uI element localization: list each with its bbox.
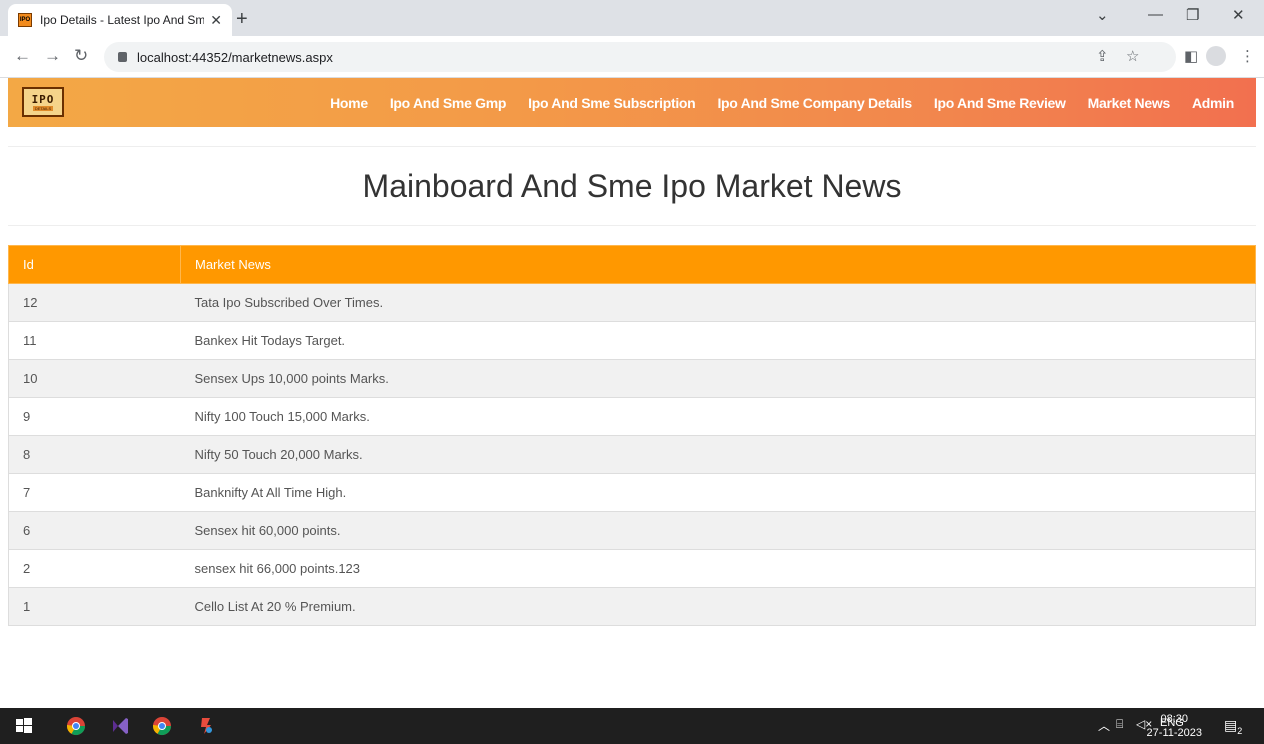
nav-company-details[interactable]: Ipo And Sme Company Details xyxy=(717,95,912,111)
cell-id: 6 xyxy=(8,511,181,550)
browser-tab[interactable]: IPO Ipo Details - Latest Ipo And Sme ✕ xyxy=(8,4,232,36)
table-header-row: Id Market News xyxy=(8,245,1256,284)
windows-start-icon[interactable] xyxy=(14,716,34,736)
site-favicon-icon: IPO xyxy=(18,13,32,27)
cell-id: 2 xyxy=(8,549,181,588)
minimize-icon[interactable]: — xyxy=(1148,6,1163,23)
clock-time: 08:30 xyxy=(1160,713,1189,725)
back-icon[interactable]: ← xyxy=(14,46,31,66)
tray-chevron-icon[interactable]: ︿ xyxy=(1098,717,1110,734)
divider xyxy=(8,225,1256,226)
cell-news: Sensex Ups 10,000 points Marks. xyxy=(180,359,1256,398)
profile-avatar-icon[interactable] xyxy=(1206,46,1226,70)
site-logo[interactable]: IPO DETAILS xyxy=(22,87,64,117)
cell-news: sensex hit 66,000 points.123 xyxy=(180,549,1256,588)
site-navbar: IPO DETAILS Home Ipo And Sme Gmp Ipo And… xyxy=(8,78,1256,127)
cell-id: 7 xyxy=(8,473,181,512)
table-row: 1 Cello List At 20 % Premium. xyxy=(8,587,1256,626)
cell-id: 9 xyxy=(8,397,181,436)
nav-gmp[interactable]: Ipo And Sme Gmp xyxy=(390,95,507,111)
cell-news: Sensex hit 60,000 points. xyxy=(180,511,1256,550)
tab-search-icon[interactable]: ⌄ xyxy=(1096,6,1109,24)
page-title: Mainboard And Sme Ipo Market News xyxy=(362,168,902,204)
table-row: 7 Banknifty At All Time High. xyxy=(8,473,1256,512)
cell-id: 10 xyxy=(8,359,181,398)
tab-title: Ipo Details - Latest Ipo And Sme xyxy=(40,13,205,27)
main-menu: Home Ipo And Sme Gmp Ipo And Sme Subscri… xyxy=(330,78,1234,127)
address-bar[interactable]: localhost:44352/marketnews.aspx xyxy=(104,42,1176,72)
reload-icon[interactable]: ↻ xyxy=(74,46,88,66)
cell-news: Cello List At 20 % Premium. xyxy=(180,587,1256,626)
forward-icon[interactable]: → xyxy=(44,46,61,66)
clock-date: 27-11-2023 xyxy=(1146,727,1202,739)
nav-subscription[interactable]: Ipo And Sme Subscription xyxy=(528,95,696,111)
cell-id: 8 xyxy=(8,435,181,474)
network-icon[interactable]: ⌸ xyxy=(1116,717,1123,732)
notification-icon[interactable]: ▤2 xyxy=(1224,717,1242,736)
browser-tab-bar: IPO Ipo Details - Latest Ipo And Sme ✕ +… xyxy=(0,0,1264,36)
column-header-market-news: Market News xyxy=(180,245,1256,284)
table-row: 2 sensex hit 66,000 points.123 xyxy=(8,549,1256,588)
table-row: 12 Tata Ipo Subscribed Over Times. xyxy=(8,283,1256,322)
logo-text: IPO xyxy=(31,93,55,106)
cell-news: Nifty 100 Touch 15,000 Marks. xyxy=(180,397,1256,436)
nav-review[interactable]: Ipo And Sme Review xyxy=(934,95,1066,111)
table-row: 11 Bankex Hit Todays Target. xyxy=(8,321,1256,360)
chrome-icon[interactable] xyxy=(66,716,86,736)
share-icon[interactable]: ⇪ xyxy=(1096,47,1109,65)
cell-id: 1 xyxy=(8,587,181,626)
lock-icon xyxy=(118,52,127,62)
logo-subtext: DETAILS xyxy=(32,106,54,111)
nav-admin[interactable]: Admin xyxy=(1192,95,1234,111)
visual-studio-icon[interactable] xyxy=(110,716,130,736)
cell-id: 12 xyxy=(8,283,181,322)
table-row: 6 Sensex hit 60,000 points. xyxy=(8,511,1256,550)
cell-id: 11 xyxy=(8,321,181,360)
debugger-icon[interactable] xyxy=(196,716,216,736)
tab-close-icon[interactable]: ✕ xyxy=(210,12,222,29)
restore-icon[interactable]: ❐ xyxy=(1186,6,1199,24)
table-row: 9 Nifty 100 Touch 15,000 Marks. xyxy=(8,397,1256,436)
bookmark-star-icon[interactable]: ☆ xyxy=(1126,47,1139,65)
cell-news: Tata Ipo Subscribed Over Times. xyxy=(180,283,1256,322)
table-row: 8 Nifty 50 Touch 20,000 Marks. xyxy=(8,435,1256,474)
cell-news: Banknifty At All Time High. xyxy=(180,473,1256,512)
window-close-icon[interactable]: ✕ xyxy=(1232,6,1245,24)
nav-home[interactable]: Home xyxy=(330,95,368,111)
chrome-icon-2[interactable] xyxy=(152,716,172,736)
notification-count: 2 xyxy=(1237,725,1243,736)
table-row: 10 Sensex Ups 10,000 points Marks. xyxy=(8,359,1256,398)
side-panel-icon[interactable]: ◧ xyxy=(1184,47,1198,65)
market-news-table: Id Market News 12 Tata Ipo Subscribed Ov… xyxy=(8,245,1256,626)
cell-news: Nifty 50 Touch 20,000 Marks. xyxy=(180,435,1256,474)
browser-menu-icon[interactable]: ⋮ xyxy=(1240,47,1255,65)
clock[interactable]: 08:30 27-11-2023 xyxy=(1147,712,1202,740)
windows-taskbar: ︿ ⌸ ◁× ENG 08:30 27-11-2023 ▤2 xyxy=(0,708,1264,744)
browser-toolbar: ← → ↻ localhost:44352/marketnews.aspx ⇪ … xyxy=(0,36,1264,78)
url-text: localhost:44352/marketnews.aspx xyxy=(137,49,333,65)
column-header-id: Id xyxy=(8,245,181,284)
new-tab-icon[interactable]: + xyxy=(236,8,248,31)
nav-market-news[interactable]: Market News xyxy=(1088,95,1171,111)
cell-news: Bankex Hit Todays Target. xyxy=(180,321,1256,360)
divider xyxy=(8,146,1256,147)
